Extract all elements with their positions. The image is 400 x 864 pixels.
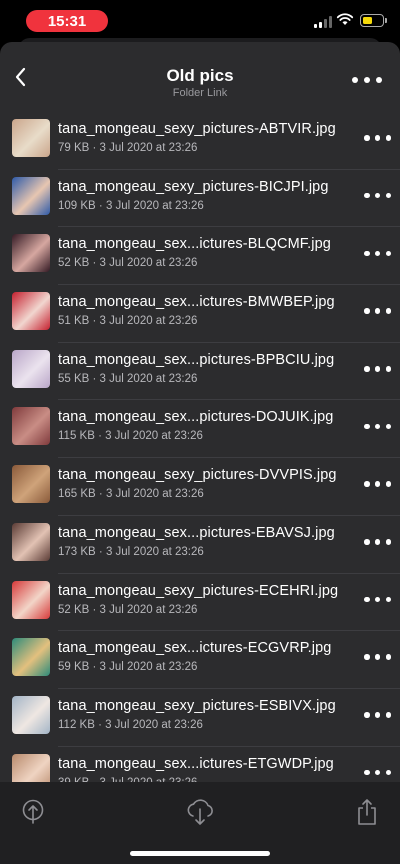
file-row[interactable]: tana_mongeau_sex...ictures-BLQCMF.jpg 52 … <box>0 227 400 286</box>
upload-link-button[interactable] <box>19 798 47 826</box>
thumbnail-image <box>12 349 50 388</box>
more-icon <box>364 539 370 545</box>
status-time: 15:31 <box>26 10 108 32</box>
page-title: Old pics <box>166 66 234 85</box>
file-name: tana_mongeau_sexy_pictures-ABTVIR.jpg <box>58 121 336 137</box>
file-list: tana_mongeau_sexy_pictures-ABTVIR.jpg 79 … <box>0 112 400 805</box>
file-meta: 173 KB · 3 Jul 2020 at 23:26 <box>58 545 204 558</box>
more-icon <box>364 135 370 141</box>
file-more-button[interactable] <box>364 537 391 547</box>
file-more-button[interactable] <box>364 421 391 431</box>
more-icon <box>364 423 370 430</box>
cloud-download-icon <box>187 799 213 825</box>
more-icon <box>352 77 358 83</box>
file-row[interactable]: tana_mongeau_sexy_pictures-DVVPIS.jpg 165… <box>0 458 400 516</box>
more-icon <box>364 596 370 603</box>
more-icon <box>364 769 370 776</box>
file-more-button[interactable] <box>364 768 391 778</box>
thumbnail-image <box>12 580 50 619</box>
more-icon <box>364 366 370 372</box>
file-name: tana_mongeau_sex...ictures-BLQCMF.jpg <box>58 236 331 253</box>
cellular-signal-icon <box>314 14 332 28</box>
file-meta: 165 KB · 3 Jul 2020 at 23:26 <box>58 488 204 501</box>
more-options-button[interactable] <box>352 72 382 88</box>
thumbnail-image <box>12 638 50 677</box>
file-row[interactable]: tana_mongeau_sex...pictures-BPBCIU.jpg 55… <box>0 343 400 401</box>
file-meta: 55 KB · 3 Jul 2020 at 23:26 <box>58 372 198 385</box>
file-more-button[interactable] <box>364 479 391 489</box>
file-meta: 109 KB · 3 Jul 2020 at 23:26 <box>58 199 204 212</box>
more-icon <box>364 481 370 487</box>
file-name: tana_mongeau_sexy_pictures-ESBIVX.jpg <box>58 697 336 714</box>
upload-link-icon <box>22 799 44 824</box>
file-row[interactable]: tana_mongeau_sex...ictures-BMWBEP.jpg 51 … <box>0 285 400 343</box>
file-name: tana_mongeau_sexy_pictures-BICJPI.jpg <box>58 178 329 195</box>
battery-icon <box>360 14 384 27</box>
file-row[interactable]: tana_mongeau_sex...ictures-ECGVRP.jpg 59 … <box>0 631 400 689</box>
battery-cap <box>385 18 387 23</box>
file-more-button[interactable] <box>364 306 391 316</box>
file-more-button[interactable] <box>364 248 391 258</box>
thumbnail-image <box>12 695 50 734</box>
share-icon <box>358 799 376 825</box>
file-name: tana_mongeau_sex...pictures-BPBCIU.jpg <box>58 351 335 368</box>
file-name: tana_mongeau_sexy_pictures-DVVPIS.jpg <box>58 467 337 484</box>
file-meta: 112 KB · 3 Jul 2020 at 23:26 <box>58 718 203 731</box>
file-more-button[interactable] <box>364 133 391 143</box>
more-icon <box>364 712 370 718</box>
file-meta: 52 KB · 3 Jul 2020 at 23:26 <box>58 257 198 270</box>
download-button[interactable] <box>185 798 215 826</box>
more-icon <box>364 308 370 314</box>
file-name: tana_mongeau_sexy_pictures-ECEHRI.jpg <box>58 582 339 599</box>
file-meta: 51 KB · 3 Jul 2020 at 23:26 <box>58 315 198 328</box>
file-row[interactable]: tana_mongeau_sexy_pictures-ESBIVX.jpg 112… <box>0 689 400 747</box>
file-more-button[interactable] <box>364 652 391 662</box>
thumbnail-image <box>12 234 50 273</box>
more-icon <box>364 250 370 257</box>
file-row[interactable]: tana_mongeau_sex...pictures-DOJUIK.jpg 11… <box>0 400 400 459</box>
file-row[interactable]: tana_mongeau_sexy_pictures-ABTVIR.jpg 79 … <box>0 112 400 170</box>
file-meta: 115 KB · 3 Jul 2020 at 23:26 <box>58 430 203 443</box>
file-more-button[interactable] <box>364 595 391 605</box>
file-row[interactable]: tana_mongeau_sex...pictures-EBAVSJ.jpg 17… <box>0 516 400 574</box>
file-row[interactable]: tana_mongeau_sexy_pictures-BICJPI.jpg 109… <box>0 170 400 228</box>
page-subtitle: Folder Link <box>172 87 228 99</box>
folder-sheet: Old pics Folder Link tana_mongeau_sexy_p… <box>0 42 400 864</box>
more-icon <box>364 192 370 199</box>
file-name: tana_mongeau_sex...pictures-DOJUIK.jpg <box>58 409 334 426</box>
share-button[interactable] <box>353 798 381 826</box>
thumbnail-image <box>12 522 50 561</box>
nav-bar: Old pics Folder Link <box>0 42 400 104</box>
file-meta: 79 KB · 3 Jul 2020 at 23:26 <box>58 142 198 154</box>
file-more-button[interactable] <box>364 364 391 374</box>
file-name: tana_mongeau_sex...pictures-EBAVSJ.jpg <box>58 524 335 541</box>
file-more-button[interactable] <box>364 710 391 720</box>
thumbnail-image <box>12 176 50 215</box>
file-more-button[interactable] <box>364 191 391 201</box>
file-name: tana_mongeau_sex...ictures-ETGWDP.jpg <box>58 755 334 772</box>
file-row[interactable]: tana_mongeau_sexy_pictures-ECEHRI.jpg 52 … <box>0 574 400 632</box>
thumbnail-image <box>12 407 50 446</box>
home-indicator[interactable] <box>130 851 270 856</box>
file-meta: 52 KB · 3 Jul 2020 at 23:26 <box>58 603 198 616</box>
file-name: tana_mongeau_sex...ictures-ECGVRP.jpg <box>58 640 332 657</box>
file-name: tana_mongeau_sex...ictures-BMWBEP.jpg <box>58 294 335 311</box>
file-meta: 59 KB · 3 Jul 2020 at 23:26 <box>58 661 198 674</box>
wifi-icon <box>336 13 354 25</box>
thumbnail-image <box>12 119 50 157</box>
thumbnail-image <box>12 465 50 504</box>
thumbnail-image <box>12 292 50 331</box>
more-icon <box>364 654 370 660</box>
